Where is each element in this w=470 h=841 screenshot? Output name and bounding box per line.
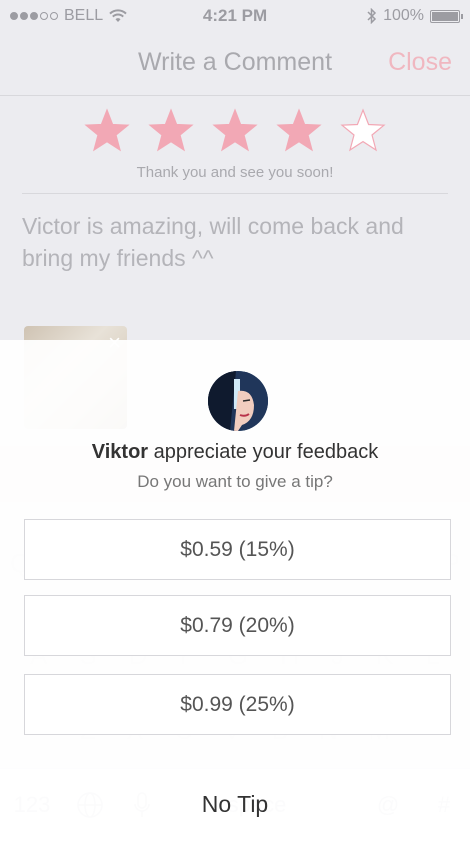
star-filled-icon[interactable]	[148, 108, 194, 154]
battery-icon	[430, 9, 463, 23]
battery-percent: 100%	[383, 7, 424, 24]
close-button[interactable]: Close	[388, 48, 452, 77]
divider	[22, 193, 448, 194]
star-rating[interactable]	[84, 108, 386, 154]
star-filled-icon[interactable]	[276, 108, 322, 154]
carrier-label: BELL	[64, 7, 104, 24]
star-filled-icon[interactable]	[212, 108, 258, 154]
status-left: BELL	[10, 7, 180, 25]
tip-option-25[interactable]: $0.99 (25%)	[24, 674, 451, 735]
comment-text[interactable]: Victor is amazing, will come back and br…	[22, 210, 442, 274]
avatar	[208, 371, 268, 431]
tip-title-text: appreciate your feedback	[148, 441, 379, 463]
bluetooth-icon	[367, 8, 377, 24]
nav-bar: Write a Comment Close	[0, 32, 470, 96]
star-empty-icon[interactable]	[340, 108, 386, 154]
wifi-icon	[109, 9, 127, 22]
tip-title: Viktor appreciate your feedback	[0, 441, 470, 464]
status-right: 100%	[290, 7, 463, 25]
status-bar: BELL 4:21 PM 100%	[0, 0, 470, 32]
tip-subtitle: Do you want to give a tip?	[137, 472, 333, 491]
rating-caption: Thank you and see you soon!	[136, 164, 334, 181]
star-filled-icon[interactable]	[84, 108, 130, 154]
clock-time: 4:21 PM	[202, 6, 268, 25]
tip-option-20[interactable]: $0.79 (20%)	[24, 595, 451, 656]
staff-name: Viktor	[91, 441, 149, 463]
tip-sheet: Viktor appreciate your feedback Do you w…	[0, 340, 470, 841]
no-tip-button[interactable]: No Tip	[0, 768, 470, 841]
signal-strength-icon	[10, 12, 58, 20]
tip-option-15[interactable]: $0.59 (15%)	[24, 519, 451, 580]
